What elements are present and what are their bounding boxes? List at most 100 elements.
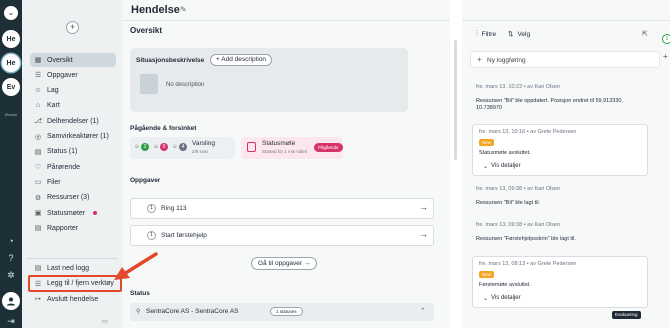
panel-toggle-icon[interactable]: ▭ xyxy=(102,318,108,325)
sidebar-action[interactable]: ▤ Last ned logg xyxy=(30,261,116,275)
status-title: Status xyxy=(130,290,150,297)
scrollbar[interactable] xyxy=(454,40,457,160)
user-avatar-icon[interactable] xyxy=(2,292,20,310)
filter-icon: ⫶ xyxy=(476,30,478,37)
side-counter-badge[interactable]: 1 xyxy=(662,34,670,44)
sidebar-action[interactable]: ↦ Avslutt hendelse xyxy=(30,292,116,306)
show-details-button[interactable]: ⌄ Vis detaljer xyxy=(483,163,521,170)
page-title: Hendelse xyxy=(131,4,180,16)
sidebar-item[interactable]: ▦ Oversikt xyxy=(30,53,116,67)
count-badge: 2 xyxy=(141,143,149,151)
task-label: Ring 113 xyxy=(161,205,187,212)
varsling-card[interactable]: ☺ 2 ☺ 0 ☺ 4 Varsling 2/8 svar xyxy=(130,137,235,159)
sidebar-item-label: Lag xyxy=(47,87,59,95)
log-text: Ressursen "Førstehjelpsskrin" ble lagt t… xyxy=(476,236,576,242)
sidebar-item[interactable]: ⌂ Kart xyxy=(30,99,116,113)
arrow-right-icon[interactable]: → xyxy=(419,229,428,239)
select-button[interactable]: ⇅ Velg xyxy=(508,30,530,39)
edit-icon[interactable]: ✎ xyxy=(180,5,187,14)
log-entry[interactable]: fre. mars 13, 10:22 • av Kari Olsen Ressu… xyxy=(476,84,648,112)
notification-dot xyxy=(93,211,98,215)
avatar[interactable]: He xyxy=(2,54,20,72)
section-title: Oversikt xyxy=(130,26,163,35)
avatar[interactable]: Ev xyxy=(2,78,20,96)
report-icon: ▤ xyxy=(34,225,42,233)
add-description-button[interactable]: + Add description xyxy=(210,54,273,66)
status-row-label: SentraCore AS - SentraCore AS xyxy=(146,308,239,315)
sidebar-action-label: Last ned logg xyxy=(47,264,90,272)
varsling-sub: 2/8 svar xyxy=(192,149,209,154)
count-badge: 4 xyxy=(179,143,187,151)
no-description-text: No description xyxy=(166,82,205,88)
log-entry[interactable]: fre. mars 13, 10:16 • av Grete Pedersen N… xyxy=(472,124,648,176)
log-meta: fre. mars 13, 08:13 • av Grete Pedersen xyxy=(479,261,577,267)
sidebar-action-label: Avslutt hendelse xyxy=(47,295,99,303)
exit-icon: ↦ xyxy=(35,296,41,303)
new-badge: New xyxy=(479,139,495,146)
divider xyxy=(462,20,670,21)
arrow-right-icon[interactable]: → xyxy=(419,202,428,212)
tasks-title: Oppgaver xyxy=(130,177,161,184)
sidebar-item[interactable]: ☺ Lag xyxy=(30,84,116,98)
sidebar-item-label: Oversikt xyxy=(47,56,73,64)
meeting-icon: ▣ xyxy=(34,210,42,217)
team-icon: ☺ xyxy=(34,87,42,95)
new-log-entry[interactable]: + Ny loggføring xyxy=(470,51,660,68)
subevent-icon: ⎇ xyxy=(34,118,43,126)
sidebar-item-label: Kart xyxy=(47,102,60,110)
log-text: Ressursen "Bil" ble lagt til. xyxy=(476,200,541,206)
exercise-label: Øvelse xyxy=(4,112,18,117)
download-icon: ▤ xyxy=(34,265,42,272)
help-icon[interactable]: ? xyxy=(6,253,16,263)
sidebar-item[interactable]: ☰ Oppgaver xyxy=(30,68,116,82)
sidebar-item-label: Oppgaver xyxy=(47,71,78,79)
add-icon[interactable]: + xyxy=(66,21,79,34)
external-link-icon[interactable]: ⇱ xyxy=(642,30,648,38)
avatar[interactable]: He xyxy=(2,30,20,48)
statusmote-card[interactable]: Statusmøte Started for 1 min siden Pågåe… xyxy=(241,137,343,159)
file-icon: ▭ xyxy=(34,179,42,187)
filter-button[interactable]: ⫶ Filtre xyxy=(476,30,496,38)
people-icon: ☺ xyxy=(134,144,140,150)
evakuering-badge: Evakuering xyxy=(612,311,641,319)
count-badge: 0 xyxy=(160,143,168,151)
chevron-up-icon[interactable]: ⌃ xyxy=(420,307,426,315)
sidebar-item[interactable]: ♡ Pårørende xyxy=(30,160,116,174)
log-entry[interactable]: fre. mars 13, 09:38 • av Kari Olsen Ressu… xyxy=(476,222,648,243)
relatives-icon: ♡ xyxy=(34,164,42,172)
task-row[interactable]: 1 Ring 113 → xyxy=(130,198,434,219)
document-icon xyxy=(140,74,158,94)
status-row[interactable]: ⚲ SentraCore AS - SentraCore AS 1 status… xyxy=(130,303,434,321)
plus-icon: + xyxy=(477,55,482,64)
task-row[interactable]: 1 Start førstehjelp → xyxy=(130,225,434,246)
sidebar-item[interactable]: ⎇ Delhendelser (1) xyxy=(30,114,116,128)
log-meta: fre. mars 13, 10:22 • av Kari Olsen xyxy=(476,84,561,90)
app-rail: ⌄ He He Ev Øvelse ◔ ? ✲ ⇥ xyxy=(0,0,22,328)
logo-icon[interactable]: ⌄ xyxy=(4,6,18,20)
grid-icon: ▦ xyxy=(34,57,42,64)
ongoing-title: Pågående & forsinket xyxy=(130,125,197,132)
log-entry[interactable]: fre. mars 13, 08:13 • av Grete Pedersen N… xyxy=(472,256,648,308)
sidebar-item[interactable]: ▤ Status (1) xyxy=(30,145,116,159)
sidebar-item[interactable]: ▤ Rapporter xyxy=(30,221,116,235)
show-details-button[interactable]: ⌄ Vis detaljer xyxy=(483,295,521,302)
sidebar-item[interactable]: ▭ Filer xyxy=(30,175,116,189)
side-add-icon[interactable]: + xyxy=(663,52,668,61)
task-label: Start førstehjelp xyxy=(161,232,207,239)
main-content: Hendelse ✎ Oversikt Situasjonsbeskrivels… xyxy=(122,0,450,328)
sidebar-item-label: Statusmøter xyxy=(47,209,86,217)
pin-icon: ⚲ xyxy=(136,309,141,315)
varsling-label: Varsling xyxy=(192,140,216,147)
sidebar-item[interactable]: ⚙ Ressurser (3) xyxy=(30,191,116,205)
bell-icon[interactable]: ◔ xyxy=(6,236,16,246)
collapse-icon[interactable]: ⇥ xyxy=(6,316,16,326)
gear-icon[interactable]: ✲ xyxy=(6,270,16,280)
sidebar-item[interactable]: ▣ Statusmøter xyxy=(30,206,116,220)
goto-tasks-button[interactable]: Gå til oppgaver → xyxy=(251,257,318,270)
sidebar-item-label: Pårørende xyxy=(47,163,81,171)
log-entry[interactable]: fre. mars 13, 09:38 • av Kari Olsen Ressu… xyxy=(476,186,648,207)
sidebar-item[interactable]: ◎ Samvirkeaktører (1) xyxy=(30,130,116,144)
divider xyxy=(122,20,450,21)
chevron-down-icon: ⌄ xyxy=(483,296,489,302)
log-meta: fre. mars 13, 10:16 • av Grete Pedersen xyxy=(479,129,577,135)
